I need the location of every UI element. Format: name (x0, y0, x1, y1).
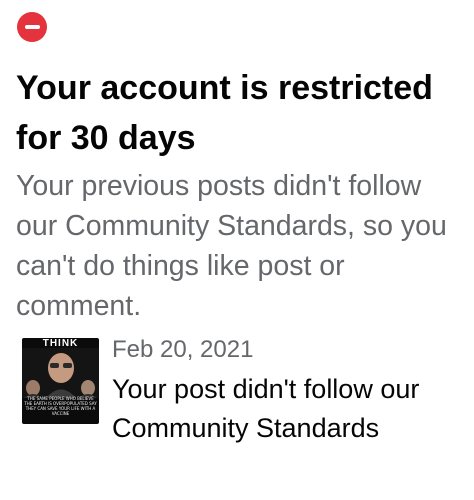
thumbnail-caption: THE SAME PEOPLE WHO BELIEVE THE EARTH IS… (24, 396, 97, 416)
thumbnail-headline: THINK (42, 338, 79, 349)
post-violation-message: Your post didn't follow our Community St… (112, 374, 420, 443)
thumbnail-faces-image (22, 348, 99, 398)
restricted-icon (17, 12, 47, 42)
post-thumbnail[interactable]: THINK THE SAME PEOPLE WHO BELIEVE THE EA… (22, 338, 99, 424)
restricted-icon-bar (24, 25, 40, 29)
restricted-post-card[interactable]: THINK THE SAME PEOPLE WHO BELIEVE THE EA… (22, 335, 462, 495)
page-title: Your account is restricted for 30 days (16, 69, 433, 157)
post-date: Feb 20, 2021 (112, 336, 254, 363)
restriction-description: Your previous posts didn't follow our Co… (16, 170, 447, 322)
